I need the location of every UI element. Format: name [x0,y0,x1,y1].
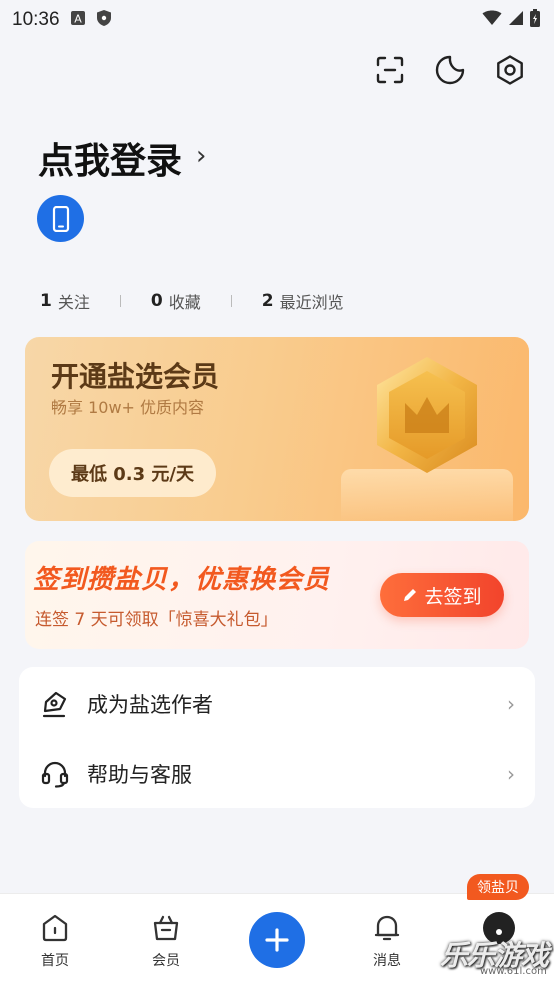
tab-label: 会员 [152,953,180,969]
stat-label: 关注 [57,293,90,312]
create-post-button[interactable] [249,912,305,968]
stat-favorites[interactable]: 0 收藏 [151,289,201,313]
reward-pill[interactable]: 领盐贝 [467,874,529,900]
stat-following[interactable]: 1 关注 [40,289,90,313]
status-right [482,9,540,31]
divider [119,295,121,307]
chevron-right-icon: › [507,692,515,716]
chevron-right-icon: › [507,762,515,786]
keyboard-a-icon: A [70,10,86,30]
tab-messages[interactable]: 消息 [357,910,417,970]
watermark-url: www.61l.com [480,966,547,977]
tab-home[interactable]: 首页 [25,910,85,970]
crown-badge-icon [377,357,477,473]
stats-row: 1 关注 0 收藏 2 最近浏览 [40,287,344,315]
signal-icon [508,10,524,30]
menu-item-label: 成为盐选作者 [87,693,213,717]
battery-icon [530,9,540,31]
signin-button[interactable]: 去签到 [380,573,504,617]
menu-item-become-author[interactable]: 成为盐选作者 › [19,669,535,739]
vip-title: 开通盐选会员 [51,360,220,393]
status-time: 10:36 [12,9,60,30]
pen-icon [39,688,71,720]
tab-label: 首页 [41,953,69,969]
night-mode-icon[interactable] [432,52,468,88]
stat-count: 1 [40,291,52,311]
menu-item-label: 帮助与客服 [87,763,192,787]
top-actions [372,52,528,88]
svg-text:A: A [74,13,82,26]
menu-item-help[interactable]: 帮助与客服 › [19,739,535,809]
signin-banner[interactable]: 签到攒盐贝，优惠换会员 连签 7 天可领取「惊喜大礼包」 去签到 [25,541,529,649]
divider [230,295,232,307]
home-icon [37,910,73,946]
settings-icon[interactable] [492,52,528,88]
signin-title: 签到攒盐贝，优惠换会员 [33,565,331,595]
vip-banner[interactable]: 开通盐选会员 畅享 10w+ 优质内容 最低 0.3 元/天 [25,337,529,521]
login-title: 点我登录 [38,141,183,182]
stat-count: 0 [150,291,163,311]
stat-count: 2 [261,291,274,311]
login-link[interactable]: 点我登录 › [38,132,206,184]
phone-icon [52,205,69,232]
status-left: 10:36 A [12,9,112,31]
login-arrow: › [196,141,207,171]
headset-icon [39,758,71,790]
shield-icon [96,9,112,31]
signin-subtitle: 连签 7 天可领取「惊喜大礼包」 [35,610,278,630]
signin-button-label: 去签到 [424,585,482,608]
status-bar: 10:36 A [0,0,554,40]
bell-icon [369,910,405,946]
plus-icon [265,928,289,952]
pencil-icon [404,589,417,601]
stat-label: 最近浏览 [279,293,344,312]
phone-login-button[interactable] [37,195,84,242]
tab-label: 消息 [373,953,401,969]
vip-subtitle: 畅享 10w+ 优质内容 [51,398,205,417]
vip-basket-icon [148,910,184,946]
stat-recent[interactable]: 2 最近浏览 [262,289,344,313]
wifi-icon [482,10,502,30]
scan-icon[interactable] [372,52,408,88]
menu-card: 成为盐选作者 › 帮助与客服 › [19,667,535,808]
vip-price-button[interactable]: 最低 0.3 元/天 [49,449,216,497]
tab-vip[interactable]: 会员 [136,910,196,970]
stat-label: 收藏 [168,293,201,312]
